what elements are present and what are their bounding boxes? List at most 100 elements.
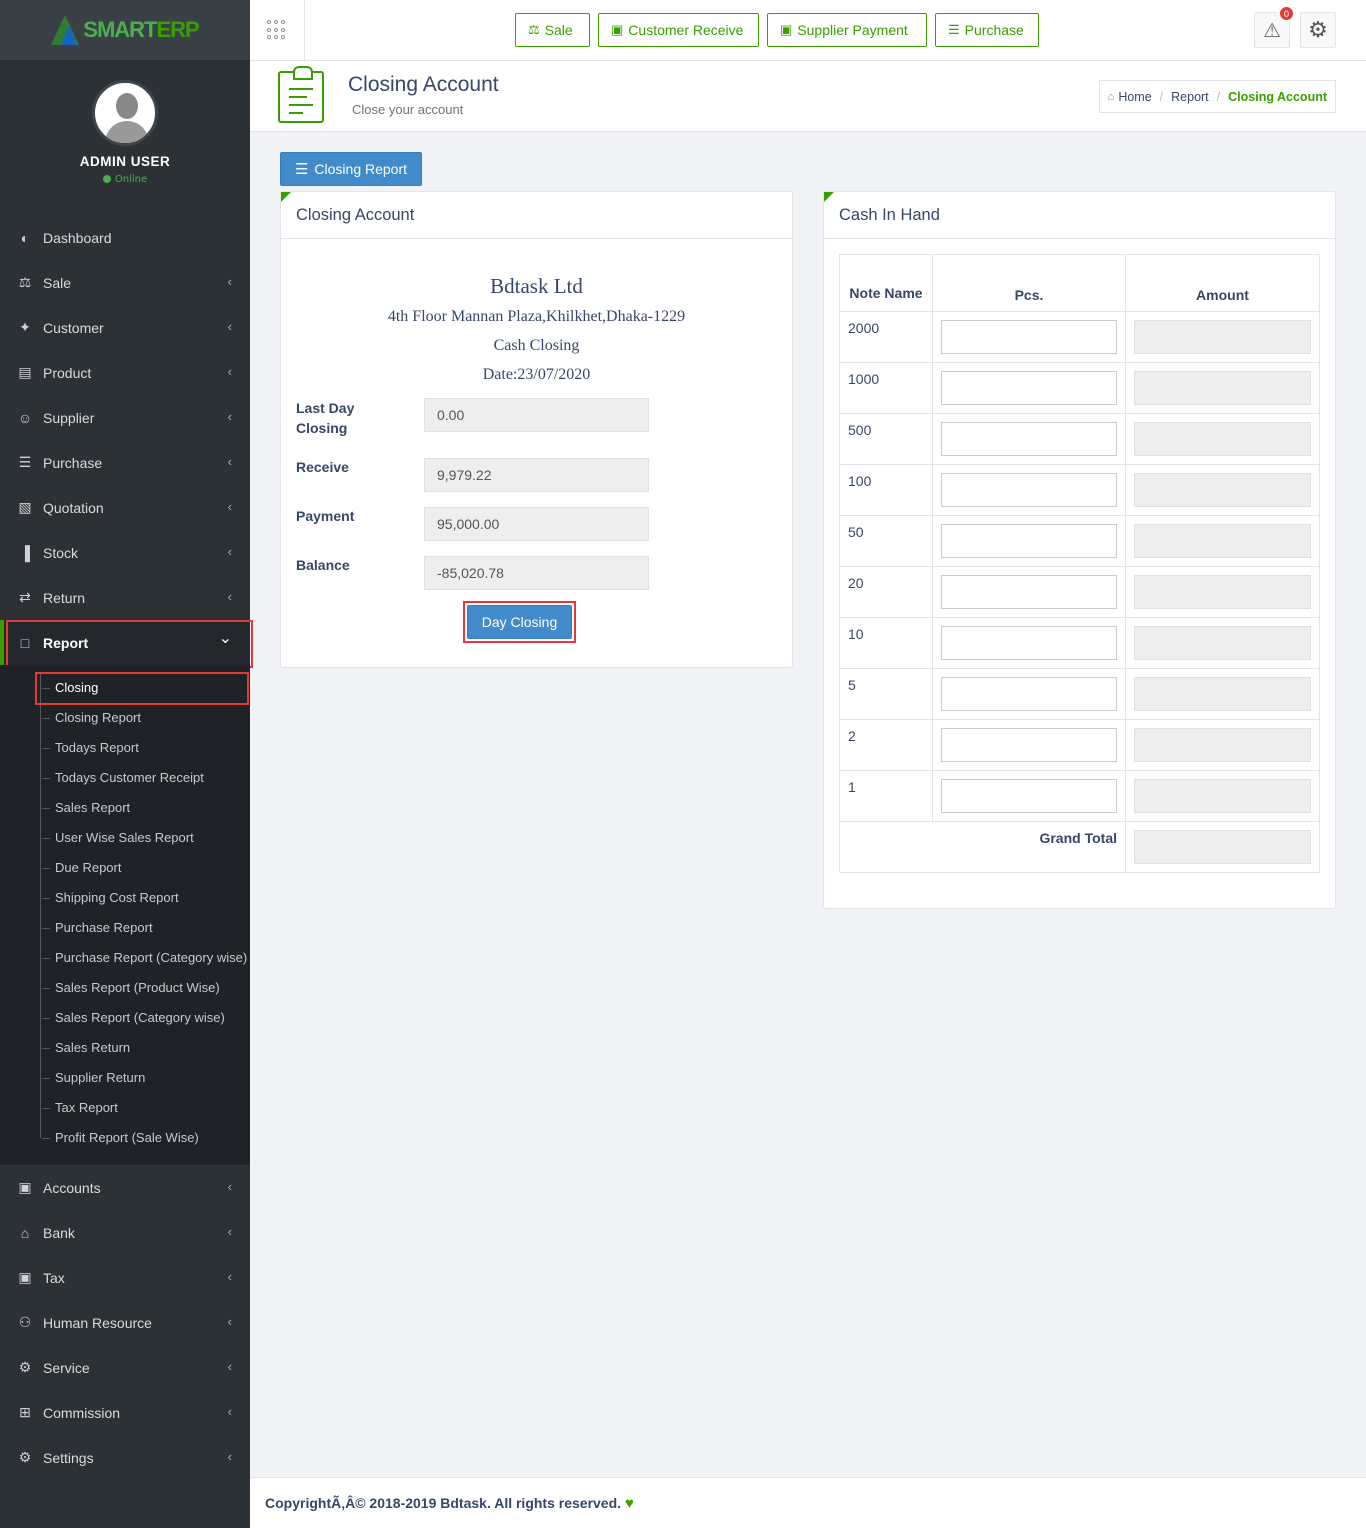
- submenu-item[interactable]: Supplier Return: [0, 1063, 250, 1093]
- submenu-item[interactable]: Tax Report: [0, 1093, 250, 1123]
- note-name-cell: 1000: [839, 362, 933, 414]
- submenu-item[interactable]: Closing: [0, 672, 250, 705]
- user-panel: ADMIN USER Online: [0, 60, 250, 195]
- closing-report-button[interactable]: ☰ Closing Report: [280, 152, 422, 186]
- sidebar-item-purchase[interactable]: ☰ Purchase ‹: [0, 440, 250, 485]
- sidebar-item-label: Human Resource: [43, 1314, 152, 1331]
- note-name-cell: 2: [839, 719, 933, 771]
- pcs-input[interactable]: [941, 320, 1117, 354]
- user-status-label: Online: [114, 174, 148, 185]
- bar-chart-icon: ▐: [20, 544, 30, 561]
- submenu-item[interactable]: Purchase Report: [0, 913, 250, 943]
- submenu-item[interactable]: Closing Report: [0, 703, 250, 733]
- pcs-input[interactable]: [941, 524, 1117, 558]
- submenu-item[interactable]: Todays Report: [0, 733, 250, 763]
- sidebar-item-human-resource[interactable]: ⚇ Human Resource ‹: [0, 1300, 250, 1345]
- amount-field: [1134, 320, 1311, 354]
- table-row: 1: [839, 770, 1320, 822]
- pcs-input[interactable]: [941, 575, 1117, 609]
- chevron-left-icon: ‹: [227, 364, 232, 379]
- closing-account-panel: Closing Account Bdtask Ltd 4th Floor Man…: [280, 191, 793, 668]
- user-icon: ☺: [17, 409, 33, 426]
- sidebar-item-service[interactable]: ⚙ Service ‹: [0, 1345, 250, 1390]
- pcs-input[interactable]: [941, 779, 1117, 813]
- day-closing-button[interactable]: Day Closing: [467, 605, 572, 639]
- sidebar-item-supplier[interactable]: ☺ Supplier ‹: [0, 395, 250, 440]
- submenu-item[interactable]: Todays Customer Receipt: [0, 763, 250, 793]
- grand-total-label: Grand Total: [839, 821, 1126, 873]
- pcs-input[interactable]: [941, 728, 1117, 762]
- logo-accent: ERP: [156, 17, 199, 42]
- pcs-input[interactable]: [941, 677, 1117, 711]
- sidebar-item-label: Dashboard: [43, 229, 112, 246]
- money-icon: ▣: [18, 1179, 32, 1195]
- submenu-item[interactable]: Sales Report: [0, 793, 250, 823]
- col-pcs: Pcs.: [932, 254, 1126, 312]
- cogs-icon: ⚙: [18, 1359, 32, 1375]
- balance-label: Balance: [296, 557, 350, 573]
- apps-grid-icon: [267, 20, 287, 40]
- logo[interactable]: SMARTERP: [0, 0, 250, 60]
- alert-count-badge: 0: [1278, 5, 1295, 22]
- submenu-item[interactable]: Shipping Cost Report: [0, 883, 250, 913]
- chevron-left-icon: ‹: [227, 499, 232, 514]
- chevron-left-icon: ‹: [227, 319, 232, 334]
- amount-field: [1134, 524, 1311, 558]
- sidebar-item-accounts[interactable]: ▣ Accounts ‹: [0, 1165, 250, 1210]
- cash-in-hand-panel: Cash In Hand Note Name Pcs. Amount 2000 1…: [823, 191, 1336, 909]
- quick-purchase-button[interactable]: ☰ Purchase: [935, 13, 1039, 47]
- sidebar-item-label: Service: [43, 1359, 90, 1376]
- sidebar-item-product[interactable]: ▤ Product ‹: [0, 350, 250, 395]
- note-name-cell: 20: [839, 566, 933, 618]
- submenu-item[interactable]: User Wise Sales Report: [0, 823, 250, 853]
- sidebar-item-stock[interactable]: ▐ Stock ‹: [0, 530, 250, 575]
- cart-icon: ☰: [948, 22, 960, 37]
- alerts-button[interactable]: ⚠ 0: [1254, 5, 1295, 48]
- sidebar-item-report[interactable]: □ Report ⌄: [0, 620, 253, 668]
- settings-button[interactable]: ⚙: [1300, 12, 1336, 48]
- sidebar-item-bank[interactable]: ⌂ Bank ‹: [0, 1210, 250, 1255]
- quick-sale-button[interactable]: ⚖ Sale: [515, 13, 590, 47]
- chevron-left-icon: ‹: [227, 544, 232, 559]
- avatar[interactable]: [92, 80, 158, 146]
- submenu-item[interactable]: Sales Return: [0, 1033, 250, 1063]
- sidebar-item-label: Tax: [43, 1269, 65, 1286]
- online-dot-icon: [102, 175, 111, 183]
- submenu-item[interactable]: Sales Report (Category wise): [0, 1003, 250, 1033]
- submenu-item-label: Closing: [55, 680, 99, 695]
- chevron-left-icon: ‹: [227, 1314, 232, 1329]
- sidebar-item-quotation[interactable]: ▧ Quotation ‹: [0, 485, 250, 530]
- chevron-left-icon: ‹: [227, 1404, 232, 1419]
- quick-supplier-payment-button[interactable]: ▣ Supplier Payment: [767, 13, 927, 47]
- sidebar-item-tax[interactable]: ▣ Tax ‹: [0, 1255, 250, 1300]
- users-icon: ⚇: [18, 1314, 32, 1330]
- report-submenu: Closing Closing Report Todays Report Todays…: [0, 665, 250, 1165]
- logo-mark-icon: [51, 15, 80, 45]
- pcs-input[interactable]: [941, 473, 1117, 507]
- sidebar-item-label: Commission: [43, 1404, 121, 1421]
- sidebar-item-dashboard[interactable]: ◐ Dashboard: [0, 215, 250, 260]
- breadcrumb-home[interactable]: Home: [1118, 90, 1151, 104]
- pcs-input[interactable]: [941, 371, 1117, 405]
- submenu-item[interactable]: Sales Report (Product Wise): [0, 973, 250, 1003]
- quick-button-label: Customer Receive: [628, 22, 744, 38]
- gear-icon: ⚙: [1308, 17, 1328, 43]
- balance-scale-icon: ⚖: [528, 22, 540, 37]
- sidebar-item-settings[interactable]: ⚙ Settings ‹: [0, 1435, 250, 1480]
- pcs-input[interactable]: [941, 626, 1117, 660]
- submenu-item[interactable]: Profit Report (Sale Wise): [0, 1123, 250, 1153]
- submenu-item[interactable]: Purchase Report (Category wise): [0, 943, 250, 973]
- sidebar-item-sale[interactable]: ⚖ Sale ‹: [0, 260, 250, 305]
- sidebar-item-customer[interactable]: ✦ Customer ‹: [0, 305, 250, 350]
- pcs-input[interactable]: [941, 422, 1117, 456]
- sidebar-item-commission[interactable]: ⊞ Commission ‹: [0, 1390, 250, 1435]
- company-name: Bdtask Ltd: [490, 274, 583, 298]
- breadcrumb-parent[interactable]: Report: [1171, 90, 1209, 104]
- table-row: 20: [839, 566, 1320, 618]
- submenu-item[interactable]: Due Report: [0, 853, 250, 883]
- sidebar-item-return[interactable]: ⇄ Return ‹: [0, 575, 250, 620]
- table-row: 50: [839, 515, 1320, 567]
- note-name-cell: 5: [839, 668, 933, 720]
- apps-grid-button[interactable]: [250, 0, 305, 60]
- quick-customer-receive-button[interactable]: ▣ Customer Receive: [598, 13, 759, 47]
